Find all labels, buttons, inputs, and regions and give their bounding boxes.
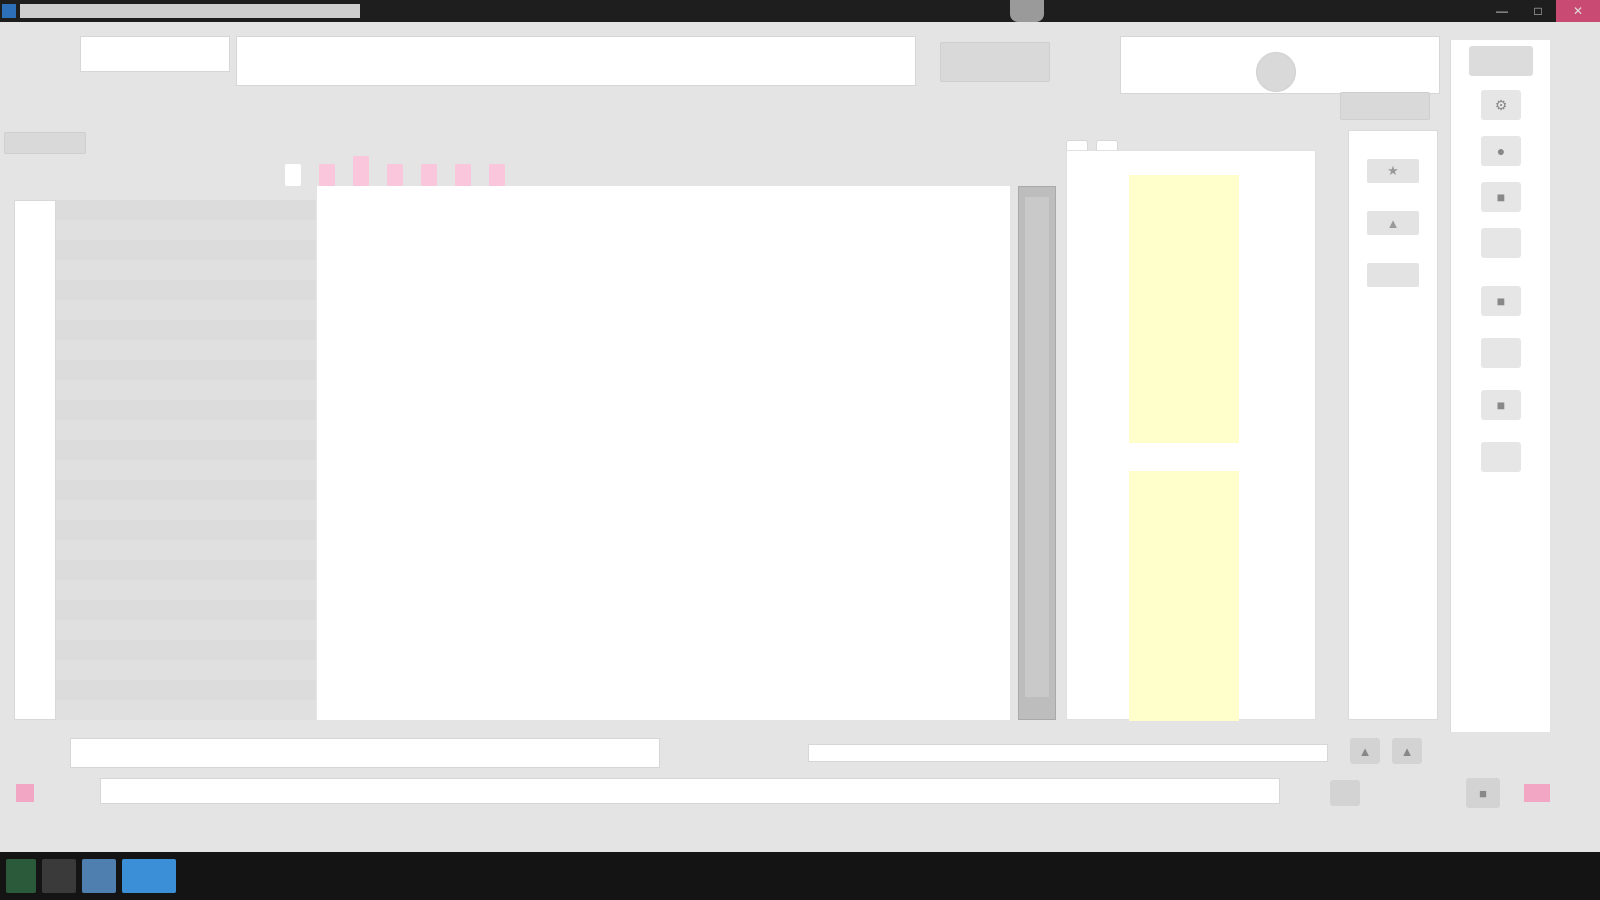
taskbar — [0, 852, 1600, 900]
properties-panel: ★ ▲ — [1348, 130, 1438, 720]
title-segment — [20, 4, 360, 18]
tab-row — [285, 152, 505, 186]
tree-row[interactable] — [56, 240, 316, 260]
status-field-2[interactable] — [808, 744, 1328, 762]
tree-row[interactable] — [56, 460, 316, 480]
scrollbar-thumb[interactable] — [1025, 197, 1049, 697]
square-icon[interactable]: ■ — [1466, 778, 1500, 808]
tab-3[interactable] — [353, 156, 369, 186]
tree-row[interactable] — [56, 540, 316, 560]
star-icon[interactable]: ★ — [1367, 159, 1419, 183]
tree-row[interactable] — [56, 500, 316, 520]
tab-7[interactable] — [489, 164, 505, 186]
tab-2[interactable] — [319, 164, 335, 186]
status-bar-upper: ▲ ▲ — [0, 732, 1600, 772]
toolbar-button-1[interactable] — [940, 42, 1050, 82]
tree-row[interactable] — [56, 200, 316, 220]
minimize-button[interactable]: — — [1484, 0, 1520, 22]
app-icon — [2, 4, 16, 18]
tree-row[interactable] — [56, 640, 316, 660]
tree-row[interactable] — [56, 320, 316, 340]
tree-row[interactable] — [56, 700, 316, 720]
taskbar-app[interactable] — [82, 859, 116, 893]
app-screen: — □ ✕ ★ ▲ ⚙ ● ■ ■ ■ ▲ ▲ ■ — [0, 0, 1600, 900]
tree-row[interactable] — [56, 560, 316, 580]
status-bar-lower: ■ — [0, 772, 1600, 822]
tree-row[interactable] — [56, 260, 316, 280]
icon-sidebar: ⚙ ● ■ ■ ■ — [1450, 40, 1550, 760]
command-input[interactable] — [100, 778, 1280, 804]
tool-icon[interactable] — [1481, 338, 1521, 368]
tree-row[interactable] — [56, 520, 316, 540]
square-icon[interactable]: ■ — [1481, 390, 1521, 420]
title-bar: — □ ✕ — [0, 0, 1600, 22]
tree-row[interactable] — [56, 680, 316, 700]
circle-icon[interactable]: ● — [1481, 136, 1521, 166]
note-block[interactable] — [1129, 471, 1239, 721]
taskbar-app[interactable] — [42, 859, 76, 893]
toolbar-field-2[interactable] — [236, 36, 916, 86]
status-field-1[interactable] — [70, 738, 660, 768]
line-gutter — [14, 200, 56, 720]
tree-row[interactable] — [56, 440, 316, 460]
tab-5[interactable] — [421, 164, 437, 186]
toolbar-field-1[interactable] — [80, 36, 230, 72]
tab-4[interactable] — [387, 164, 403, 186]
close-button[interactable]: ✕ — [1556, 0, 1600, 22]
editor-canvas[interactable] — [316, 186, 1010, 720]
gear-icon[interactable]: ⚙ — [1481, 90, 1521, 120]
tool-icon[interactable] — [1481, 442, 1521, 472]
status-indicator — [16, 784, 34, 802]
tree-row[interactable] — [56, 360, 316, 380]
tree-row[interactable] — [56, 340, 316, 360]
toolbar — [0, 22, 1600, 154]
tree-row[interactable] — [56, 220, 316, 240]
tree-row[interactable] — [56, 400, 316, 420]
start-button[interactable] — [6, 859, 36, 893]
vertical-scrollbar[interactable] — [1018, 186, 1056, 720]
status-indicator[interactable] — [1524, 784, 1550, 802]
square-icon[interactable]: ■ — [1481, 286, 1521, 316]
note-block[interactable] — [1129, 175, 1239, 443]
tree-row[interactable] — [56, 420, 316, 440]
triangle-icon[interactable]: ▲ — [1392, 738, 1422, 764]
tree-row[interactable] — [56, 280, 316, 300]
tree-row[interactable] — [56, 380, 316, 400]
panel-button[interactable] — [1367, 263, 1419, 287]
toolbar-button-2[interactable] — [1340, 92, 1430, 120]
tree-row[interactable] — [56, 660, 316, 680]
tree-row[interactable] — [56, 620, 316, 640]
tree-row[interactable] — [56, 480, 316, 500]
tab-1[interactable] — [285, 164, 301, 186]
tool-icon[interactable] — [1481, 228, 1521, 258]
tree-row[interactable] — [56, 300, 316, 320]
triangle-icon[interactable]: ▲ — [1367, 211, 1419, 235]
panel-header — [4, 132, 86, 154]
file-tree — [56, 200, 316, 720]
taskbar-app-active[interactable] — [122, 859, 176, 893]
maximize-button[interactable]: □ — [1520, 0, 1556, 22]
tool-icon[interactable] — [1330, 780, 1360, 806]
tab-6[interactable] — [455, 164, 471, 186]
tree-row[interactable] — [56, 600, 316, 620]
square-icon[interactable]: ■ — [1481, 182, 1521, 212]
toolbar-circle-button[interactable] — [1256, 52, 1296, 92]
sidebar-header — [1469, 46, 1533, 76]
workspace-area[interactable] — [1066, 150, 1316, 721]
title-handle[interactable] — [1010, 0, 1044, 22]
triangle-icon[interactable]: ▲ — [1350, 738, 1380, 764]
tree-row[interactable] — [56, 580, 316, 600]
